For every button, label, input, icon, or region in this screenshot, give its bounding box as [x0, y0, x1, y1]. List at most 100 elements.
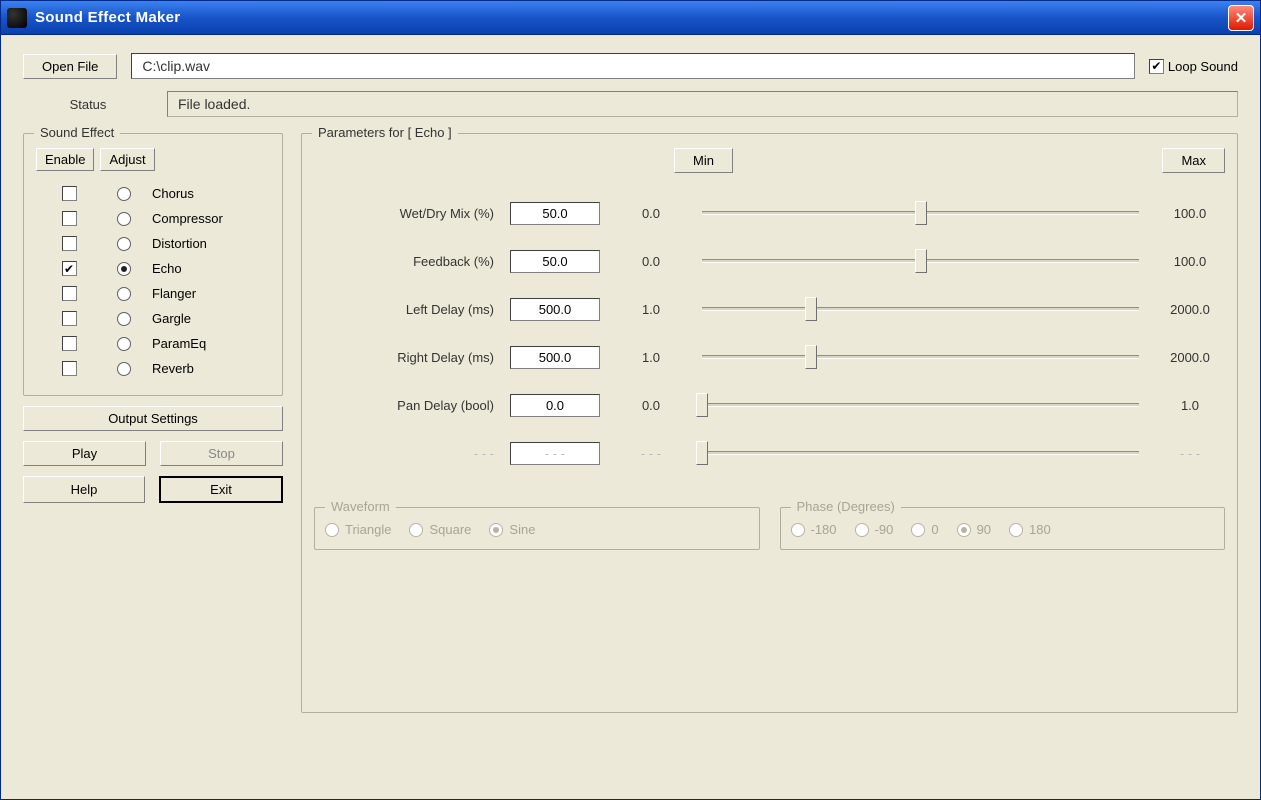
enable-checkbox-flanger[interactable] [62, 286, 77, 301]
effect-label: Flanger [152, 286, 196, 301]
effect-label: Gargle [152, 311, 191, 326]
enable-checkbox-echo[interactable]: ✔ [62, 261, 77, 276]
effects-header: Enable Adjust [36, 148, 270, 171]
open-file-row: Open File ✔ Loop Sound [23, 53, 1238, 79]
param-min: - - - [616, 446, 686, 461]
waveform-group: Waveform TriangleSquareSine [314, 507, 760, 550]
phase-option-neg180: -180 [791, 522, 837, 537]
waveform-options: TriangleSquareSine [325, 522, 749, 537]
adjust-radio-echo[interactable] [117, 262, 131, 276]
phase-legend: Phase (Degrees) [791, 499, 901, 514]
adjust-radio-parameq[interactable] [117, 337, 131, 351]
effect-row-echo: ✔ Echo [36, 256, 270, 281]
adjust-radio-distortion[interactable] [117, 237, 131, 251]
play-button[interactable]: Play [23, 441, 146, 466]
enable-checkbox-gargle[interactable] [62, 311, 77, 326]
min-button[interactable]: Min [674, 148, 733, 173]
parameters-legend: Parameters for [ Echo ] [312, 125, 458, 140]
adjust-header: Adjust [100, 148, 154, 171]
phase-group: Phase (Degrees) -180-90090180 [780, 507, 1226, 550]
param-slider[interactable] [702, 345, 1139, 369]
phase-option-0: 0 [911, 522, 938, 537]
status-label: Status [23, 97, 153, 112]
enable-header: Enable [36, 148, 94, 171]
play-stop-row: Play Stop [23, 441, 283, 466]
close-button[interactable]: ✕ [1228, 5, 1254, 31]
param-label: Wet/Dry Mix (%) [314, 206, 494, 221]
phase-option-90: 90 [957, 522, 991, 537]
file-path-input[interactable] [131, 53, 1135, 79]
stop-button: Stop [160, 441, 283, 466]
waveform-option-triangle: Triangle [325, 522, 391, 537]
param-label: Left Delay (ms) [314, 302, 494, 317]
output-settings-button[interactable]: Output Settings [23, 406, 283, 431]
effect-row-compressor: Compressor [36, 206, 270, 231]
param-label: Feedback (%) [314, 254, 494, 269]
sub-groups: Waveform TriangleSquareSine Phase (Degre… [314, 507, 1225, 550]
param-label: Right Delay (ms) [314, 350, 494, 365]
param-row-1: Feedback (%) 50.0 0.0 100.0 [314, 237, 1225, 285]
param-row-2: Left Delay (ms)500.01.02000.0 [314, 285, 1225, 333]
help-exit-row: Help Exit [23, 476, 283, 503]
status-row: Status File loaded. [23, 91, 1238, 117]
param-max: 100.0 [1155, 254, 1225, 269]
param-label: - - - [314, 446, 494, 461]
param-value-input[interactable]: 0.0 [510, 394, 600, 417]
param-value-input[interactable]: 500.0 [510, 346, 600, 369]
effect-row-chorus: Chorus [36, 181, 270, 206]
param-min: 1.0 [616, 302, 686, 317]
adjust-radio-flanger[interactable] [117, 287, 131, 301]
effect-row-flanger: Flanger [36, 281, 270, 306]
enable-checkbox-reverb[interactable] [62, 361, 77, 376]
phase-option-180: 180 [1009, 522, 1051, 537]
effect-row-parameq: ParamEq [36, 331, 270, 356]
param-value-input[interactable]: 50.0 [510, 250, 600, 273]
waveform-legend: Waveform [325, 499, 396, 514]
effects-list: ChorusCompressorDistortion✔EchoFlangerGa… [36, 181, 270, 381]
enable-checkbox-compressor[interactable] [62, 211, 77, 226]
enable-checkbox-distortion[interactable] [62, 236, 77, 251]
app-icon [7, 8, 27, 28]
param-label: Pan Delay (bool) [314, 398, 494, 413]
adjust-radio-chorus[interactable] [117, 187, 131, 201]
param-value-input[interactable]: 50.0 [510, 202, 600, 225]
parameters-group: Parameters for [ Echo ] Min Max Wet/Dry … [301, 133, 1238, 713]
exit-button[interactable]: Exit [159, 476, 283, 503]
app-window: Sound Effect Maker ✕ Open File ✔ Loop So… [0, 0, 1261, 800]
param-slider[interactable] [702, 249, 1139, 273]
param-slider[interactable] [702, 297, 1139, 321]
effect-label: Compressor [152, 211, 223, 226]
adjust-radio-gargle[interactable] [117, 312, 131, 326]
param-row-4: Pan Delay (bool) 0.0 0.0 1.0 [314, 381, 1225, 429]
param-value-input[interactable]: 500.0 [510, 298, 600, 321]
param-min: 0.0 [616, 398, 686, 413]
param-min: 1.0 [616, 350, 686, 365]
phase-option-neg90: -90 [855, 522, 894, 537]
title-bar: Sound Effect Maker ✕ [1, 1, 1260, 35]
loop-sound-checkbox[interactable]: ✔ Loop Sound [1149, 59, 1238, 74]
param-min: 0.0 [616, 206, 686, 221]
param-max: 1.0 [1155, 398, 1225, 413]
adjust-radio-reverb[interactable] [117, 362, 131, 376]
client-area: Open File ✔ Loop Sound Status File loade… [1, 35, 1260, 799]
left-column: Sound Effect Enable Adjust ChorusCompres… [23, 133, 283, 503]
status-value: File loaded. [167, 91, 1238, 117]
param-row-0: Wet/Dry Mix (%) 50.0 0.0 100.0 [314, 189, 1225, 237]
effect-label: Reverb [152, 361, 194, 376]
effect-label: Echo [152, 261, 182, 276]
enable-checkbox-parameq[interactable] [62, 336, 77, 351]
effect-row-gargle: Gargle [36, 306, 270, 331]
param-min: 0.0 [616, 254, 686, 269]
param-slider[interactable] [702, 201, 1139, 225]
max-button[interactable]: Max [1162, 148, 1225, 173]
param-value-input: - - - [510, 442, 600, 465]
enable-checkbox-chorus[interactable] [62, 186, 77, 201]
adjust-radio-compressor[interactable] [117, 212, 131, 226]
main-columns: Sound Effect Enable Adjust ChorusCompres… [23, 133, 1238, 713]
min-max-row: Min Max [314, 148, 1225, 173]
help-button[interactable]: Help [23, 476, 145, 503]
param-slider[interactable] [702, 393, 1139, 417]
param-max: 100.0 [1155, 206, 1225, 221]
open-file-button[interactable]: Open File [23, 54, 117, 79]
loop-sound-label: Loop Sound [1168, 59, 1238, 74]
